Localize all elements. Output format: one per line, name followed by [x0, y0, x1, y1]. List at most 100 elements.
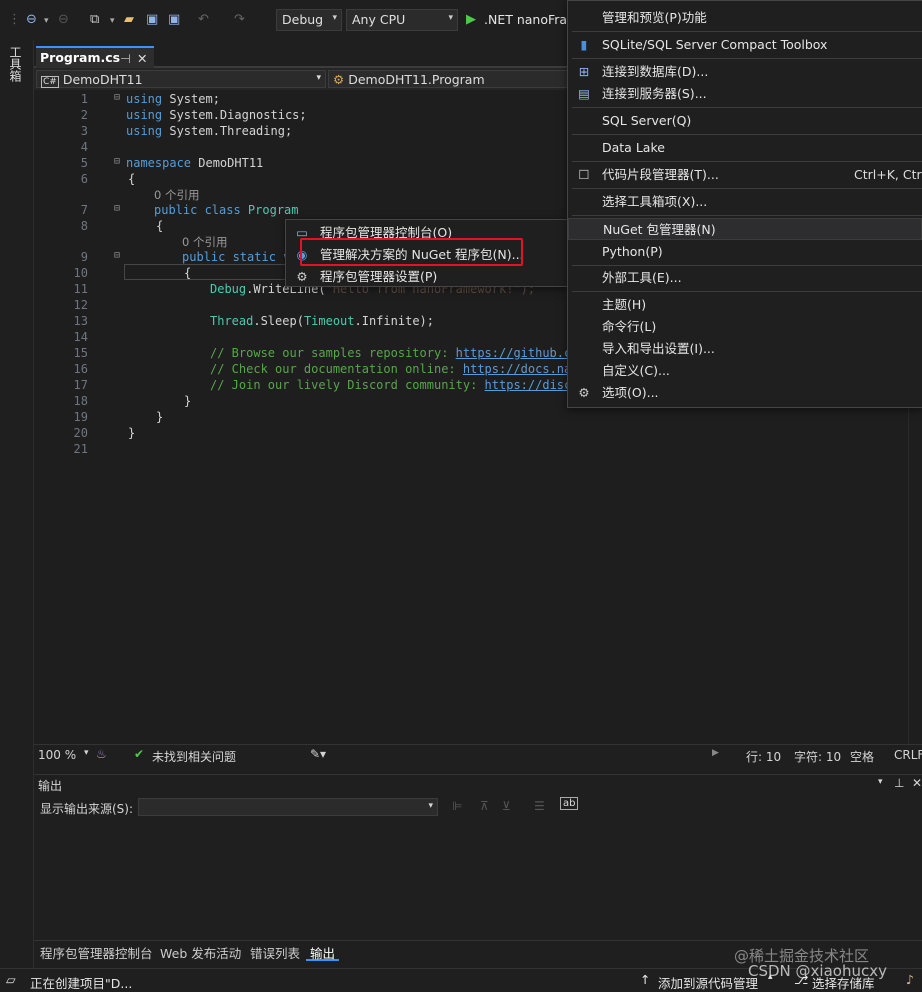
server-icon: ▤	[578, 86, 590, 101]
intellicode-icon[interactable]: ♨	[96, 747, 107, 761]
line-number: 15	[73, 346, 88, 360]
platform-value: Any CPU	[352, 12, 406, 27]
issues-status[interactable]: 未找到相关问题	[152, 748, 236, 765]
menu-item-sqlite-toolbox[interactable]: ▮ SQLite/SQL Server Compact Toolbox	[568, 34, 922, 56]
zoom-level[interactable]: 100 %	[38, 748, 76, 762]
line-number: 16	[73, 362, 88, 376]
menu-item-snippet-manager[interactable]: ☐ 代码片段管理器(T)... Ctrl+K, Ctrl+	[568, 164, 922, 186]
menu-item-connect-server[interactable]: ▤ 连接到服务器(S)...	[568, 83, 922, 105]
menu-item-label: 选项(O)...	[602, 385, 659, 400]
menu-item-label: 管理和预览(P)功能	[602, 10, 707, 25]
config-value: Debug	[282, 12, 324, 27]
class-dropdown[interactable]: ⚙ DemoDHT11.Program	[328, 70, 568, 88]
chevron-down-icon: ▾	[448, 13, 453, 23]
line-number: 10	[73, 266, 88, 280]
menu-item-connect-database[interactable]: ⊞ 连接到数据库(D)...	[568, 61, 922, 83]
chevron-down-icon: ▾	[332, 13, 337, 23]
run-target-label[interactable]: .NET nanoFrar	[484, 12, 572, 27]
line-indicator[interactable]: 行: 10	[746, 748, 781, 765]
menu-item-toolbox-items[interactable]: 选择工具箱项(X)...	[568, 191, 922, 213]
fold-icon[interactable]: ⊟	[114, 92, 120, 103]
menu-item-data-lake[interactable]: Data Lake	[568, 137, 922, 159]
menu-item-label: 命令行(L)	[602, 319, 657, 334]
config-select[interactable]: Debug ▾	[276, 9, 342, 31]
menu-item-manage-preview[interactable]: 管理和预览(P)功能	[568, 7, 922, 29]
undo-icon[interactable]: ↶	[198, 12, 209, 27]
code-line: using System;	[126, 92, 220, 106]
add-to-source-control[interactable]: 添加到源代码管理	[658, 973, 758, 992]
menu-item-command-line[interactable]: 命令行(L)	[568, 316, 922, 338]
save-all-icon[interactable]: ▣	[168, 12, 180, 27]
menu-separator	[572, 107, 922, 108]
back-dropdown-icon[interactable]: ▾	[44, 16, 49, 26]
clear-all-icon[interactable]: ☰	[534, 799, 545, 813]
menu-item-nuget-manager[interactable]: NuGet 包管理器(N)	[568, 218, 922, 240]
tab-web-publish[interactable]: Web 发布活动	[156, 943, 245, 961]
menu-item-customize[interactable]: 自定义(C)...	[568, 360, 922, 382]
chevron-down-icon[interactable]: ▾	[878, 777, 883, 787]
output-panel: 显示输出来源(S): ▾ ⊫ ⊼ ⊻ ☰ ab	[34, 796, 922, 940]
platform-select[interactable]: Any CPU ▾	[346, 9, 458, 31]
run-icon[interactable]: ▶	[466, 12, 476, 27]
tab-program-cs[interactable]: Program.cs ⊣ ✕	[36, 46, 154, 68]
class-name: DemoDHT11.Program	[348, 72, 485, 87]
pin-icon[interactable]: ⊥	[894, 776, 904, 790]
menu-item-options[interactable]: ⚙ 选项(O)...	[568, 382, 922, 404]
reference-count[interactable]: 0 个引用	[154, 187, 199, 203]
code-line: public class Program	[154, 203, 299, 217]
next-message-icon[interactable]: ⊻	[502, 799, 511, 813]
tab-output[interactable]: 输出	[306, 943, 340, 961]
output-source-select[interactable]: ▾	[138, 798, 438, 816]
pin-icon[interactable]: ⊣	[120, 51, 131, 66]
snippet-icon: ☐	[578, 167, 590, 182]
check-icon: ✔	[134, 747, 145, 761]
forward-icon[interactable]: ⊖	[58, 12, 69, 27]
save-icon[interactable]: ▣	[146, 12, 158, 27]
project-dropdown[interactable]: C# DemoDHT11 ▾	[36, 70, 326, 88]
toolbox-tab[interactable]: 工具箱	[8, 46, 24, 82]
code-line: }	[128, 426, 136, 440]
notification-icon[interactable]: ♪	[906, 972, 914, 987]
menu-item-theme[interactable]: 主题(H)	[568, 294, 922, 316]
menu-item-import-export[interactable]: 导入和导出设置(I)...	[568, 338, 922, 360]
new-project-icon[interactable]: ⧉	[90, 12, 99, 27]
menu-separator	[572, 58, 922, 59]
menu-item-sql-server[interactable]: SQL Server(Q)	[568, 110, 922, 132]
menu-item-external-tools[interactable]: 外部工具(E)...	[568, 267, 922, 289]
fold-icon[interactable]: ⊟	[114, 250, 120, 261]
goto-error-icon[interactable]: ⊫	[452, 799, 462, 813]
cleanup-icon[interactable]: ✎▾	[310, 747, 326, 761]
redo-icon[interactable]: ↷	[234, 12, 245, 27]
close-icon[interactable]: ✕	[137, 51, 147, 66]
prev-message-icon[interactable]: ⊼	[480, 799, 489, 813]
code-line: }	[156, 410, 164, 424]
line-number: 2	[80, 108, 88, 122]
word-wrap-icon[interactable]: ab	[560, 797, 579, 810]
chevron-down-icon[interactable]: ▾	[84, 748, 89, 758]
tab-package-console[interactable]: 程序包管理器控制台	[36, 943, 157, 961]
menu-separator	[572, 134, 922, 135]
menu-item-python[interactable]: Python(P)	[568, 241, 922, 263]
open-folder-icon[interactable]: ▰	[124, 12, 134, 27]
reference-count[interactable]: 0 个引用	[182, 234, 227, 250]
char-indicator[interactable]: 字符: 10	[794, 748, 841, 765]
line-number: 11	[73, 282, 88, 296]
code-line: using System.Diagnostics;	[126, 108, 307, 122]
code-line: // Check our documentation online: https…	[210, 362, 579, 376]
fold-icon[interactable]: ⊟	[114, 156, 120, 167]
menu-item-package-settings[interactable]: ⚙ 程序包管理器设置(P)	[286, 266, 568, 288]
tab-error-list[interactable]: 错误列表	[246, 943, 304, 961]
close-icon[interactable]: ✕	[912, 776, 922, 790]
eol-indicator[interactable]: CRLF	[894, 748, 922, 762]
scroll-right-icon[interactable]: ▶	[712, 748, 719, 758]
menu-separator	[572, 188, 922, 189]
new-dropdown-icon[interactable]: ▾	[110, 16, 115, 26]
spacing-indicator[interactable]: 空格	[850, 748, 874, 765]
menu-item-label: 连接到服务器(S)...	[602, 86, 707, 101]
fold-icon[interactable]: ⊟	[114, 203, 120, 214]
menu-item-label: 自定义(C)...	[602, 363, 670, 378]
code-line: public static v	[182, 250, 291, 264]
csharp-icon: C#	[41, 76, 59, 88]
line-number: 9	[80, 250, 88, 264]
back-icon[interactable]: ⊖	[26, 12, 37, 27]
